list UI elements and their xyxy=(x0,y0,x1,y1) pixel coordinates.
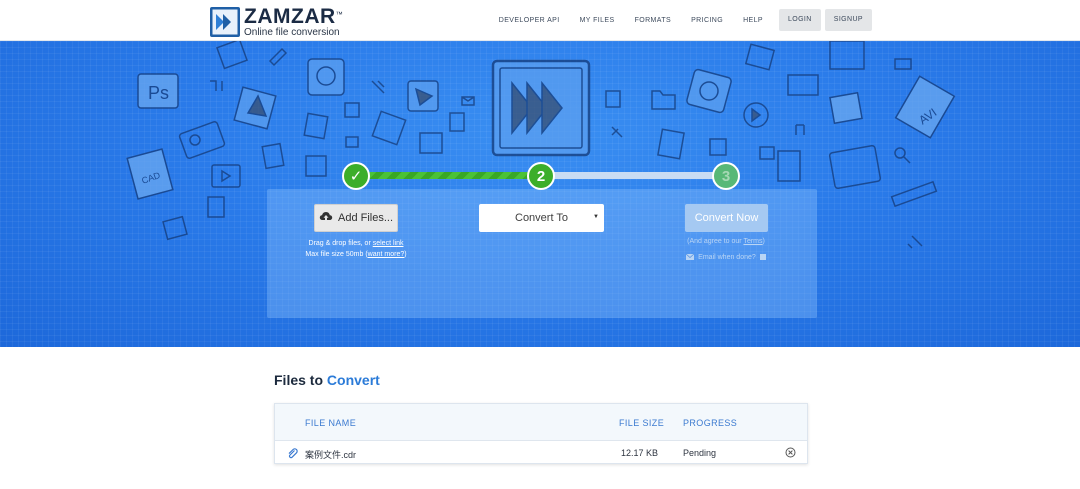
nav-formats[interactable]: FORMATS xyxy=(635,17,672,24)
remove-file-icon[interactable] xyxy=(785,445,796,463)
files-table: FILE NAME FILE SIZE PROGRESS 案例文件.cdr 12… xyxy=(274,403,808,464)
nav-pricing[interactable]: PRICING xyxy=(691,17,723,24)
paperclip-icon xyxy=(287,446,298,464)
email-checkbox[interactable] xyxy=(759,254,766,261)
agree-prefix: (And agree to our xyxy=(687,238,744,245)
header-file-name: FILE NAME xyxy=(305,418,357,428)
zamzar-logo[interactable]: ZAMZAR™ Online file conversion xyxy=(210,6,343,38)
envelope-icon xyxy=(685,253,698,261)
select-link[interactable]: select link xyxy=(373,240,404,247)
top-header: ZAMZAR™ Online file conversion DEVELOPER… xyxy=(0,0,1080,41)
terms-link[interactable]: Terms xyxy=(743,238,762,245)
table-row: 案例文件.cdr 12.17 KB Pending xyxy=(275,441,807,464)
email-when-done: Email when done? xyxy=(660,253,792,261)
main-nav: DEVELOPER API MY FILES FORMATS PRICING H… xyxy=(479,9,872,31)
file-size-cell: 12.17 KB xyxy=(621,448,659,458)
agree-suffix: ) xyxy=(762,238,765,245)
step-1-indicator: ✓ xyxy=(342,162,370,190)
file-progress-cell: Pending xyxy=(683,448,717,458)
step-2-indicator: 2 xyxy=(527,162,555,190)
hero-banner: Ps CAD AVI xyxy=(0,41,1080,347)
drag-drop-text: Drag & drop files, or xyxy=(308,240,373,247)
signup-button[interactable]: SIGNUP xyxy=(824,9,872,31)
cloud-upload-icon xyxy=(319,211,333,225)
convert-now-button[interactable]: Convert Now xyxy=(685,204,768,232)
nav-developer-api[interactable]: DEVELOPER API xyxy=(499,17,560,24)
header-file-size: FILE SIZE xyxy=(619,418,665,428)
files-title-b: Convert xyxy=(326,372,380,388)
terms-agreement: (And agree to our Terms) xyxy=(660,238,792,245)
max-size-text: Max file size 50mb ( xyxy=(305,251,368,258)
add-files-button[interactable]: Add Files... xyxy=(314,204,398,232)
progress-track-complete xyxy=(368,172,530,179)
nav-help[interactable]: HELP xyxy=(743,17,763,24)
logo-tagline: Online file conversion xyxy=(244,27,340,38)
files-table-header: FILE NAME FILE SIZE PROGRESS xyxy=(275,404,807,441)
logo-name: ZAMZAR xyxy=(244,5,336,28)
nav-my-files[interactable]: MY FILES xyxy=(580,17,615,24)
zamzar-logo-icon xyxy=(210,7,240,37)
caret-down-icon: ▼ xyxy=(593,214,599,220)
progress-track-pending xyxy=(553,172,715,179)
files-title-a: Files to xyxy=(274,372,327,388)
email-label: Email when done? xyxy=(698,254,756,261)
files-section-title: Files to Convert xyxy=(274,372,380,388)
file-name-cell: 案例文件.cdr xyxy=(305,450,357,460)
drag-drop-hint: Drag & drop files, or select link Max fi… xyxy=(270,238,442,260)
header-progress: PROGRESS xyxy=(683,418,738,428)
logo-tm: ™ xyxy=(335,11,343,19)
want-more-link[interactable]: want more? xyxy=(368,251,405,258)
convert-to-label: Convert To xyxy=(515,212,568,224)
max-size-close: ) xyxy=(404,251,407,258)
login-button[interactable]: LOGIN xyxy=(778,9,821,31)
step-3-indicator: 3 xyxy=(712,162,740,190)
logo-text: ZAMZAR™ Online file conversion xyxy=(244,6,343,38)
add-files-label: Add Files... xyxy=(337,212,394,224)
svg-text:Ps: Ps xyxy=(148,83,169,103)
convert-to-select[interactable]: Convert To ▼ xyxy=(479,204,604,232)
